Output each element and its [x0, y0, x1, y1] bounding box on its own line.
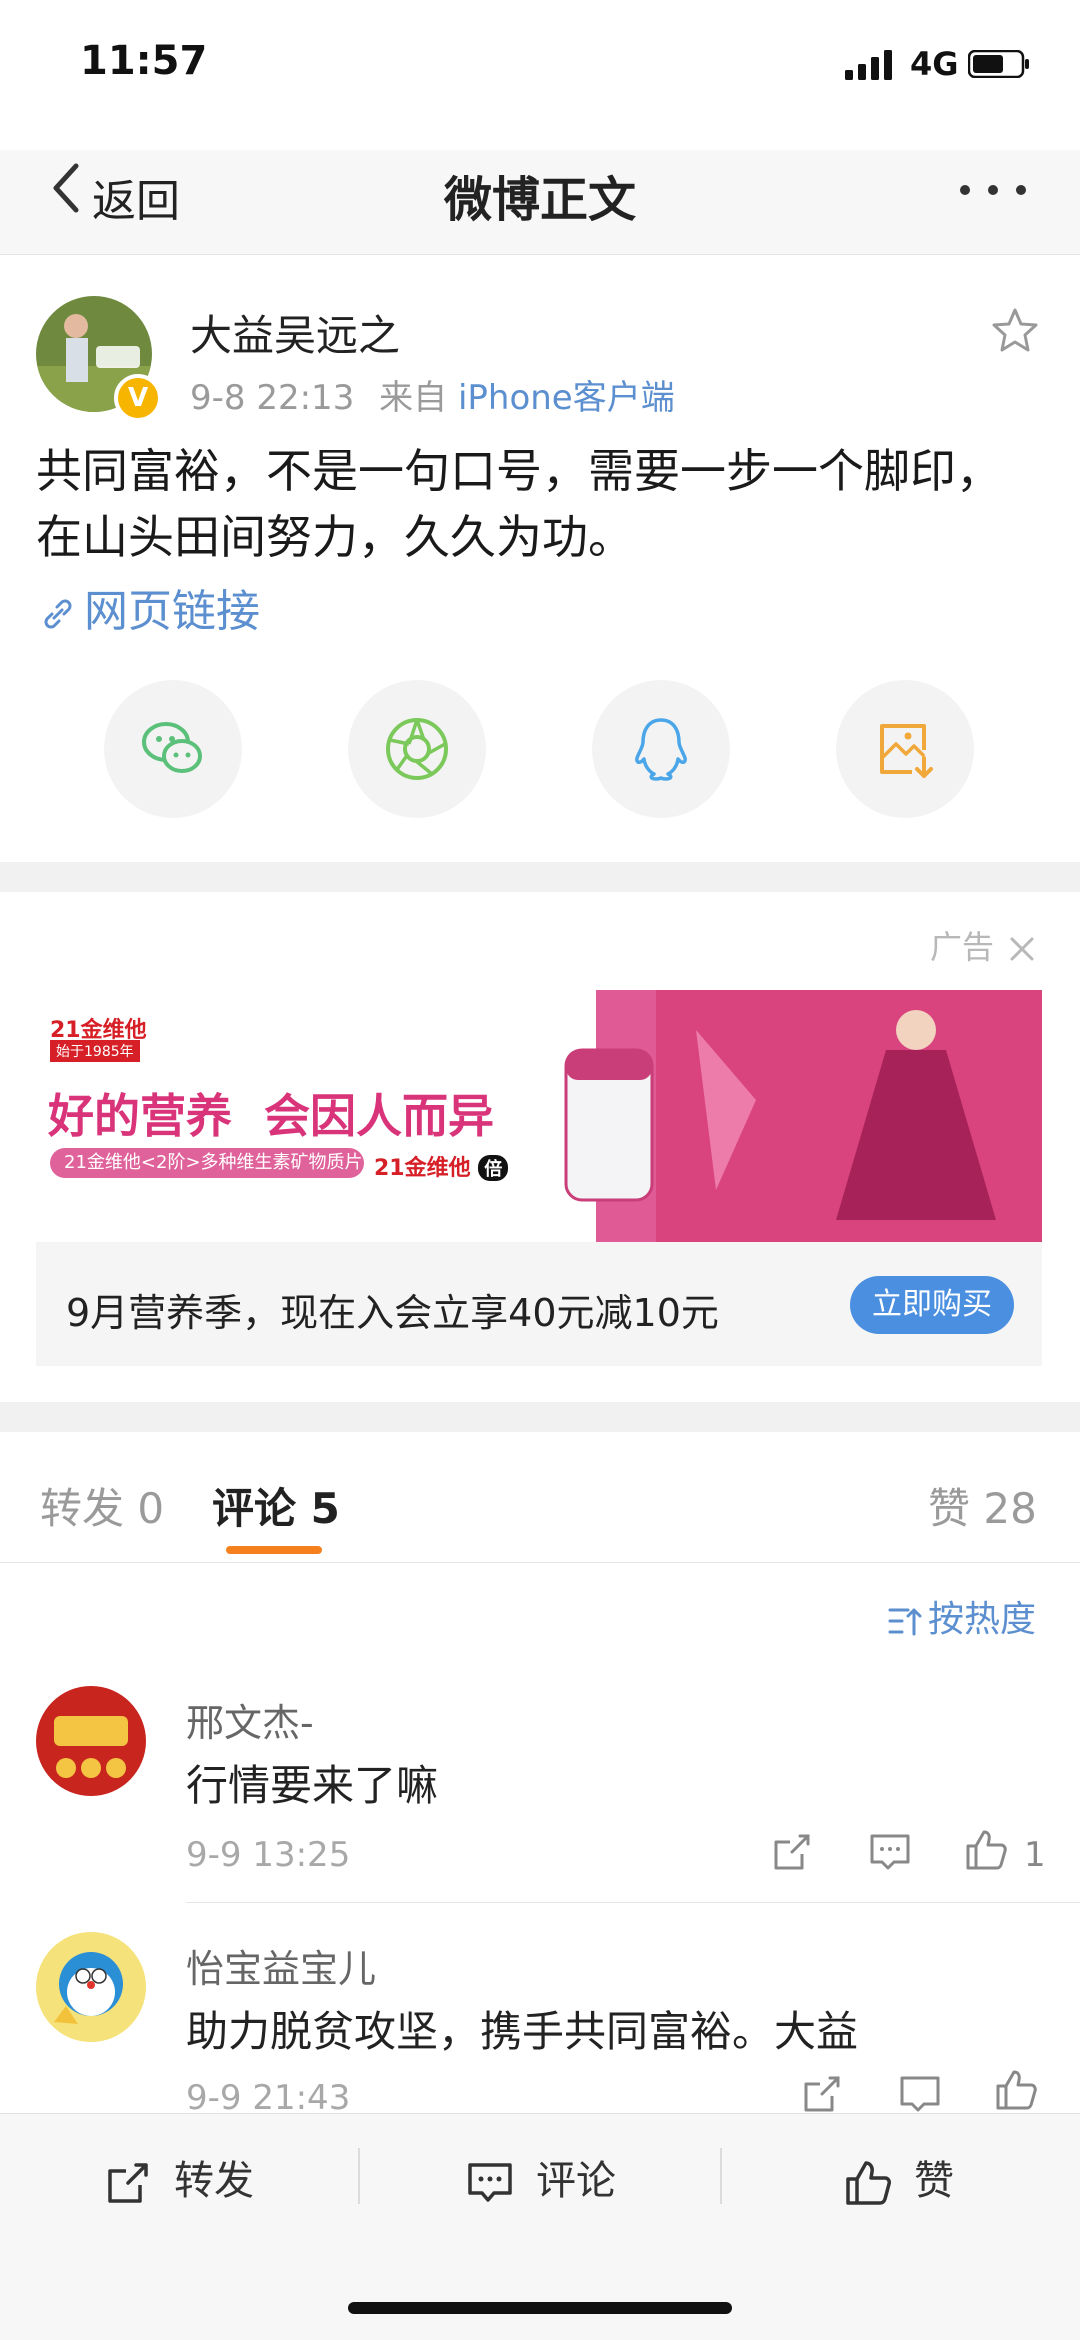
like-comment-icon[interactable]: [964, 1828, 1008, 1872]
ad-banner[interactable]: 21金维他 始于1985年 好的营养 会因人而异 21金维他<2阶>多种维生素矿…: [36, 990, 1042, 1242]
battery-icon: [968, 50, 1029, 78]
bottom-comment-label[interactable]: 评论: [536, 2158, 616, 2204]
home-indicator[interactable]: [348, 2302, 732, 2314]
active-tab-indicator: [226, 1546, 322, 1554]
ad-footer-text[interactable]: 9月营养季，现在入会立享40元减10元: [66, 1282, 719, 1337]
qq-icon: [635, 718, 687, 781]
comment-icon: [468, 2163, 512, 2202]
web-link[interactable]: 网页链接: [40, 575, 260, 639]
bottom-like-label[interactable]: 赞: [914, 2158, 954, 2204]
tab-comment[interactable]: 评论 5: [212, 1475, 340, 1536]
comment-divider: [186, 1902, 1080, 1903]
like-comment-icon[interactable]: [994, 2068, 1038, 2112]
favorite-star-icon[interactable]: [990, 306, 1040, 356]
comment-text: 助力脱贫攻坚，携手共同富裕。大益: [186, 2007, 859, 2056]
sort-icon: [888, 1608, 922, 1636]
ad-brand-mark-badge: 倍: [478, 1155, 509, 1181]
post-source[interactable]: iPhone客户端: [458, 378, 675, 418]
signal-icon: [845, 50, 892, 80]
share-wechat-button[interactable]: [104, 680, 242, 818]
ad-brand-mark-text: 21金维他: [374, 1156, 471, 1181]
reply-comment-icon[interactable]: [898, 2072, 942, 2116]
moments-icon: [386, 718, 448, 780]
more-icon[interactable]: [958, 183, 1028, 197]
link-icon: [44, 599, 72, 629]
post-text: 共同富裕，不是一句口号，需要一步一个脚印，在山头田间努力，久久为功。: [36, 444, 1002, 564]
like-icon: [846, 2161, 891, 2205]
ad-since: 始于1985年: [50, 1040, 140, 1062]
bottom-bar-divider: [358, 2148, 360, 2204]
ad-product-line: 21金维他<2阶>多种维生素矿物质片: [50, 1148, 364, 1178]
comment-avatar[interactable]: [36, 1686, 146, 1796]
bottom-repost-label[interactable]: 转发: [174, 2158, 254, 2204]
ad-tag[interactable]: 广告: [930, 922, 1036, 968]
save-image-button[interactable]: [836, 680, 974, 818]
wechat-icon: [142, 722, 202, 773]
close-icon[interactable]: [1008, 935, 1036, 963]
page-title: 微博正文: [443, 172, 636, 228]
status-time: 11:57: [80, 38, 208, 84]
tab-repost[interactable]: 转发 0: [40, 1475, 164, 1536]
comment-time: 9-9 13:25: [186, 1835, 351, 1875]
comment-time: 9-9 21:43: [186, 2078, 351, 2118]
reply-comment-icon[interactable]: [868, 1830, 912, 1874]
comment-text: 行情要来了嘛: [186, 1761, 439, 1810]
sort-label[interactable]: 按热度: [928, 1599, 1036, 1640]
bottom-bar-divider: [720, 2148, 722, 2204]
section-separator-2: [0, 1402, 1080, 1432]
ad-brand-mark: 21金维他 倍: [374, 1150, 509, 1182]
save-image-icon: [880, 724, 933, 778]
bottom-repost-button[interactable]: 转发: [104, 2148, 254, 2207]
share-moments-button[interactable]: [348, 680, 486, 818]
sort-by-heat-button[interactable]: 按热度: [888, 1590, 1036, 1642]
repost-comment-icon[interactable]: [770, 1830, 814, 1874]
section-separator: [0, 862, 1080, 892]
ad-headline: 好的营养 会因人而异: [48, 1089, 495, 1143]
verified-badge: V: [114, 374, 162, 422]
ad-label: 广告: [930, 928, 995, 966]
network-type: 4G: [910, 45, 959, 83]
post-time: 9-8 22:13: [190, 378, 355, 418]
bottom-like-button[interactable]: 赞: [844, 2148, 954, 2207]
repost-comment-icon[interactable]: [800, 2072, 844, 2116]
buy-now-button[interactable]: 立即购买: [850, 1276, 1014, 1334]
author-name[interactable]: 大益吴远之: [190, 302, 400, 363]
comment-author[interactable]: 怡宝益宝儿: [186, 1938, 376, 1993]
comment-author[interactable]: 邢文杰-: [186, 1692, 314, 1747]
tab-like[interactable]: 赞 28: [928, 1475, 1037, 1536]
web-link-label[interactable]: 网页链接: [84, 586, 260, 637]
bottom-comment-button[interactable]: 评论: [466, 2148, 616, 2207]
comment-avatar[interactable]: [36, 1932, 146, 2042]
tabs-divider: [0, 1562, 1080, 1563]
post-meta: 9-8 22:13 来自 iPhone客户端: [190, 370, 675, 419]
comment-like-count: 1: [1024, 1835, 1046, 1875]
repost-icon: [108, 2163, 148, 2203]
source-prefix: 来自: [379, 378, 448, 418]
share-qq-button[interactable]: [592, 680, 730, 818]
